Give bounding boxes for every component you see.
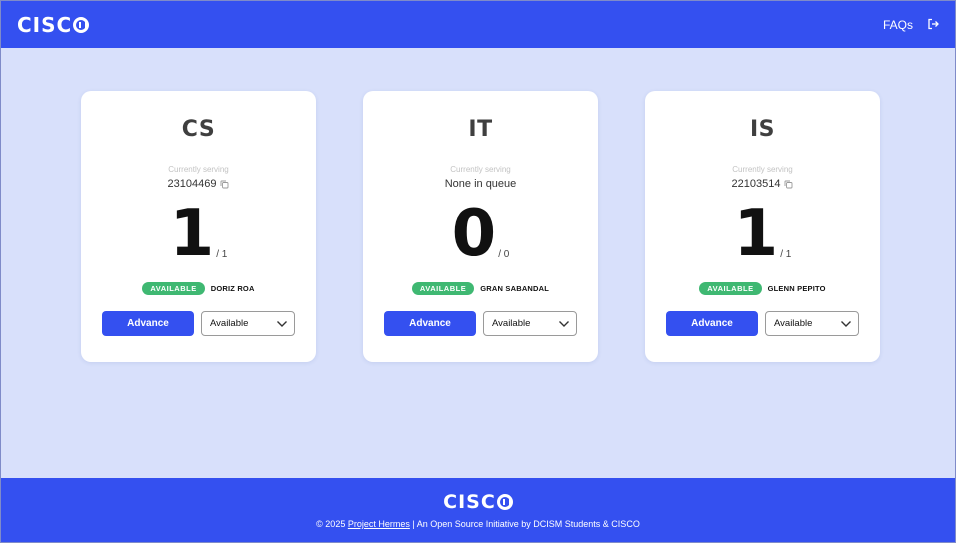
advance-button[interactable]: Advance [384,311,476,336]
copy-icon[interactable] [220,180,229,189]
copy-icon[interactable] [784,180,793,189]
status-select[interactable]: Available [483,311,577,336]
staff-name: GRAN SABANDAL [480,284,550,293]
footer-text: © 2025 Project Hermes | An Open Source I… [316,519,640,529]
serving-row: 23104469 [168,177,230,191]
count-row: 1 / 1 [733,197,792,271]
select-value: Available [492,318,531,329]
card-title: IT [468,117,493,142]
page: CISC FAQs CS Currently serving 23104469 [0,0,956,543]
footer: CISC © 2025 Project Hermes | An Open Sou… [1,478,955,542]
chevron-down-icon [558,320,570,328]
queue-count: 1 [733,197,779,271]
status-badge: AVAILABLE [411,282,475,295]
queue-card-is: IS Currently serving 22103514 1 / 1 AVAI… [645,91,880,362]
queue-total: / 0 [498,249,510,260]
faqs-link[interactable]: FAQs [883,18,913,32]
controls-row: Advance Available [666,311,859,336]
logout-icon[interactable] [927,18,941,32]
serving-row: 22103514 [732,177,794,191]
serving-value: 22103514 [731,178,781,190]
serving-value: 23104469 [167,178,217,190]
serving-caption: Currently serving [168,165,229,174]
staff-name: DORIZ ROA [210,284,255,293]
footer-logo-text: CISC [443,491,496,513]
controls-row: Advance Available [102,311,295,336]
queue-card-it: IT Currently serving None in queue 0 / 0… [363,91,598,362]
serving-caption: Currently serving [732,165,793,174]
status-row: AVAILABLE GRAN SABANDAL [411,282,550,295]
logo-o-icon [496,494,513,510]
queue-total: / 1 [216,249,228,260]
queue-card-cs: CS Currently serving 23104469 1 / 1 AVAI… [81,91,316,362]
cisco-logo[interactable]: CISC [17,12,90,37]
queue-cards: CS Currently serving 23104469 1 / 1 AVAI… [81,91,880,362]
logo-o-icon [73,16,90,33]
queue-total: / 1 [780,249,792,260]
status-badge: AVAILABLE [142,282,205,295]
chevron-down-icon [276,320,288,328]
queue-count: 1 [169,197,215,271]
queue-count: 0 [451,197,497,271]
count-row: 0 / 0 [451,197,510,271]
advance-button[interactable]: Advance [666,311,758,336]
status-row: AVAILABLE DORIZ ROA [142,282,254,295]
select-value: Available [210,318,249,329]
project-hermes-link[interactable]: Project Hermes [348,519,410,529]
controls-row: Advance Available [384,311,577,336]
staff-name: GLENN PEPITO [767,284,826,293]
status-select[interactable]: Available [201,311,295,336]
header-actions: FAQs [883,18,941,32]
serving-value: None in queue [444,178,517,190]
status-select[interactable]: Available [765,311,859,336]
chevron-down-icon [840,320,852,328]
select-value: Available [774,318,813,329]
serving-caption: Currently serving [450,165,511,174]
status-row: AVAILABLE GLENN PEPITO [699,282,826,295]
card-title: IS [749,117,776,142]
count-row: 1 / 1 [169,197,228,271]
card-title: CS [181,117,216,142]
top-navbar: CISC FAQs [1,1,955,48]
logo-text: CISC [17,12,73,37]
copyright: © 2025 [316,519,346,529]
advance-button[interactable]: Advance [102,311,194,336]
footer-cisco-logo: CISC [443,491,513,513]
footer-tagline: | An Open Source Initiative by DCISM Stu… [412,519,640,529]
status-badge: AVAILABLE [699,282,762,295]
serving-row: None in queue [445,177,517,191]
